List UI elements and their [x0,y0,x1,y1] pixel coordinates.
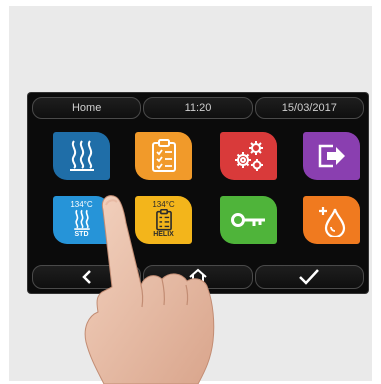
page-title: Home [32,97,142,119]
exit-arrow-icon [318,144,345,168]
cycle-log-button[interactable] [135,132,192,180]
sterilization-cycle-button[interactable] [53,132,110,180]
confirm-button[interactable] [254,265,364,289]
navigation-bar [32,265,364,289]
back-button[interactable] [32,265,142,289]
gears-icon [234,141,263,171]
checkmark-icon [299,269,320,285]
clipboard-checklist-icon [151,139,176,172]
home-icon [189,268,207,285]
settings-button[interactable] [220,132,277,180]
helix-temperature: 134°C [152,199,175,209]
exit-button[interactable] [303,132,360,180]
water-drop-plus-icon [318,207,345,237]
heat-waves-icon [73,209,90,230]
water-fill-button[interactable] [303,196,360,244]
clock-time: 11:20 [143,97,253,119]
home-button[interactable] [143,265,253,289]
key-icon [230,213,265,227]
clipboard-checklist-icon [155,208,172,230]
std-program-button[interactable]: 134°C STD [53,196,110,244]
status-bar: Home 11:20 15/03/2017 [32,97,364,119]
menu-grid: 134°C STD 134°C HELIX [43,128,360,250]
touch-screen: Home 11:20 15/03/2017 134°C STD 134°C HE… [28,93,368,293]
std-label: STD [74,230,89,238]
helix-program-button[interactable]: 134°C HELIX [135,196,192,244]
access-key-button[interactable] [220,196,277,244]
heat-waves-icon [69,140,94,171]
chevron-left-icon [81,270,91,284]
current-date: 15/03/2017 [254,97,364,119]
std-temperature: 134°C [70,199,93,209]
helix-label: HELIX [153,230,174,238]
